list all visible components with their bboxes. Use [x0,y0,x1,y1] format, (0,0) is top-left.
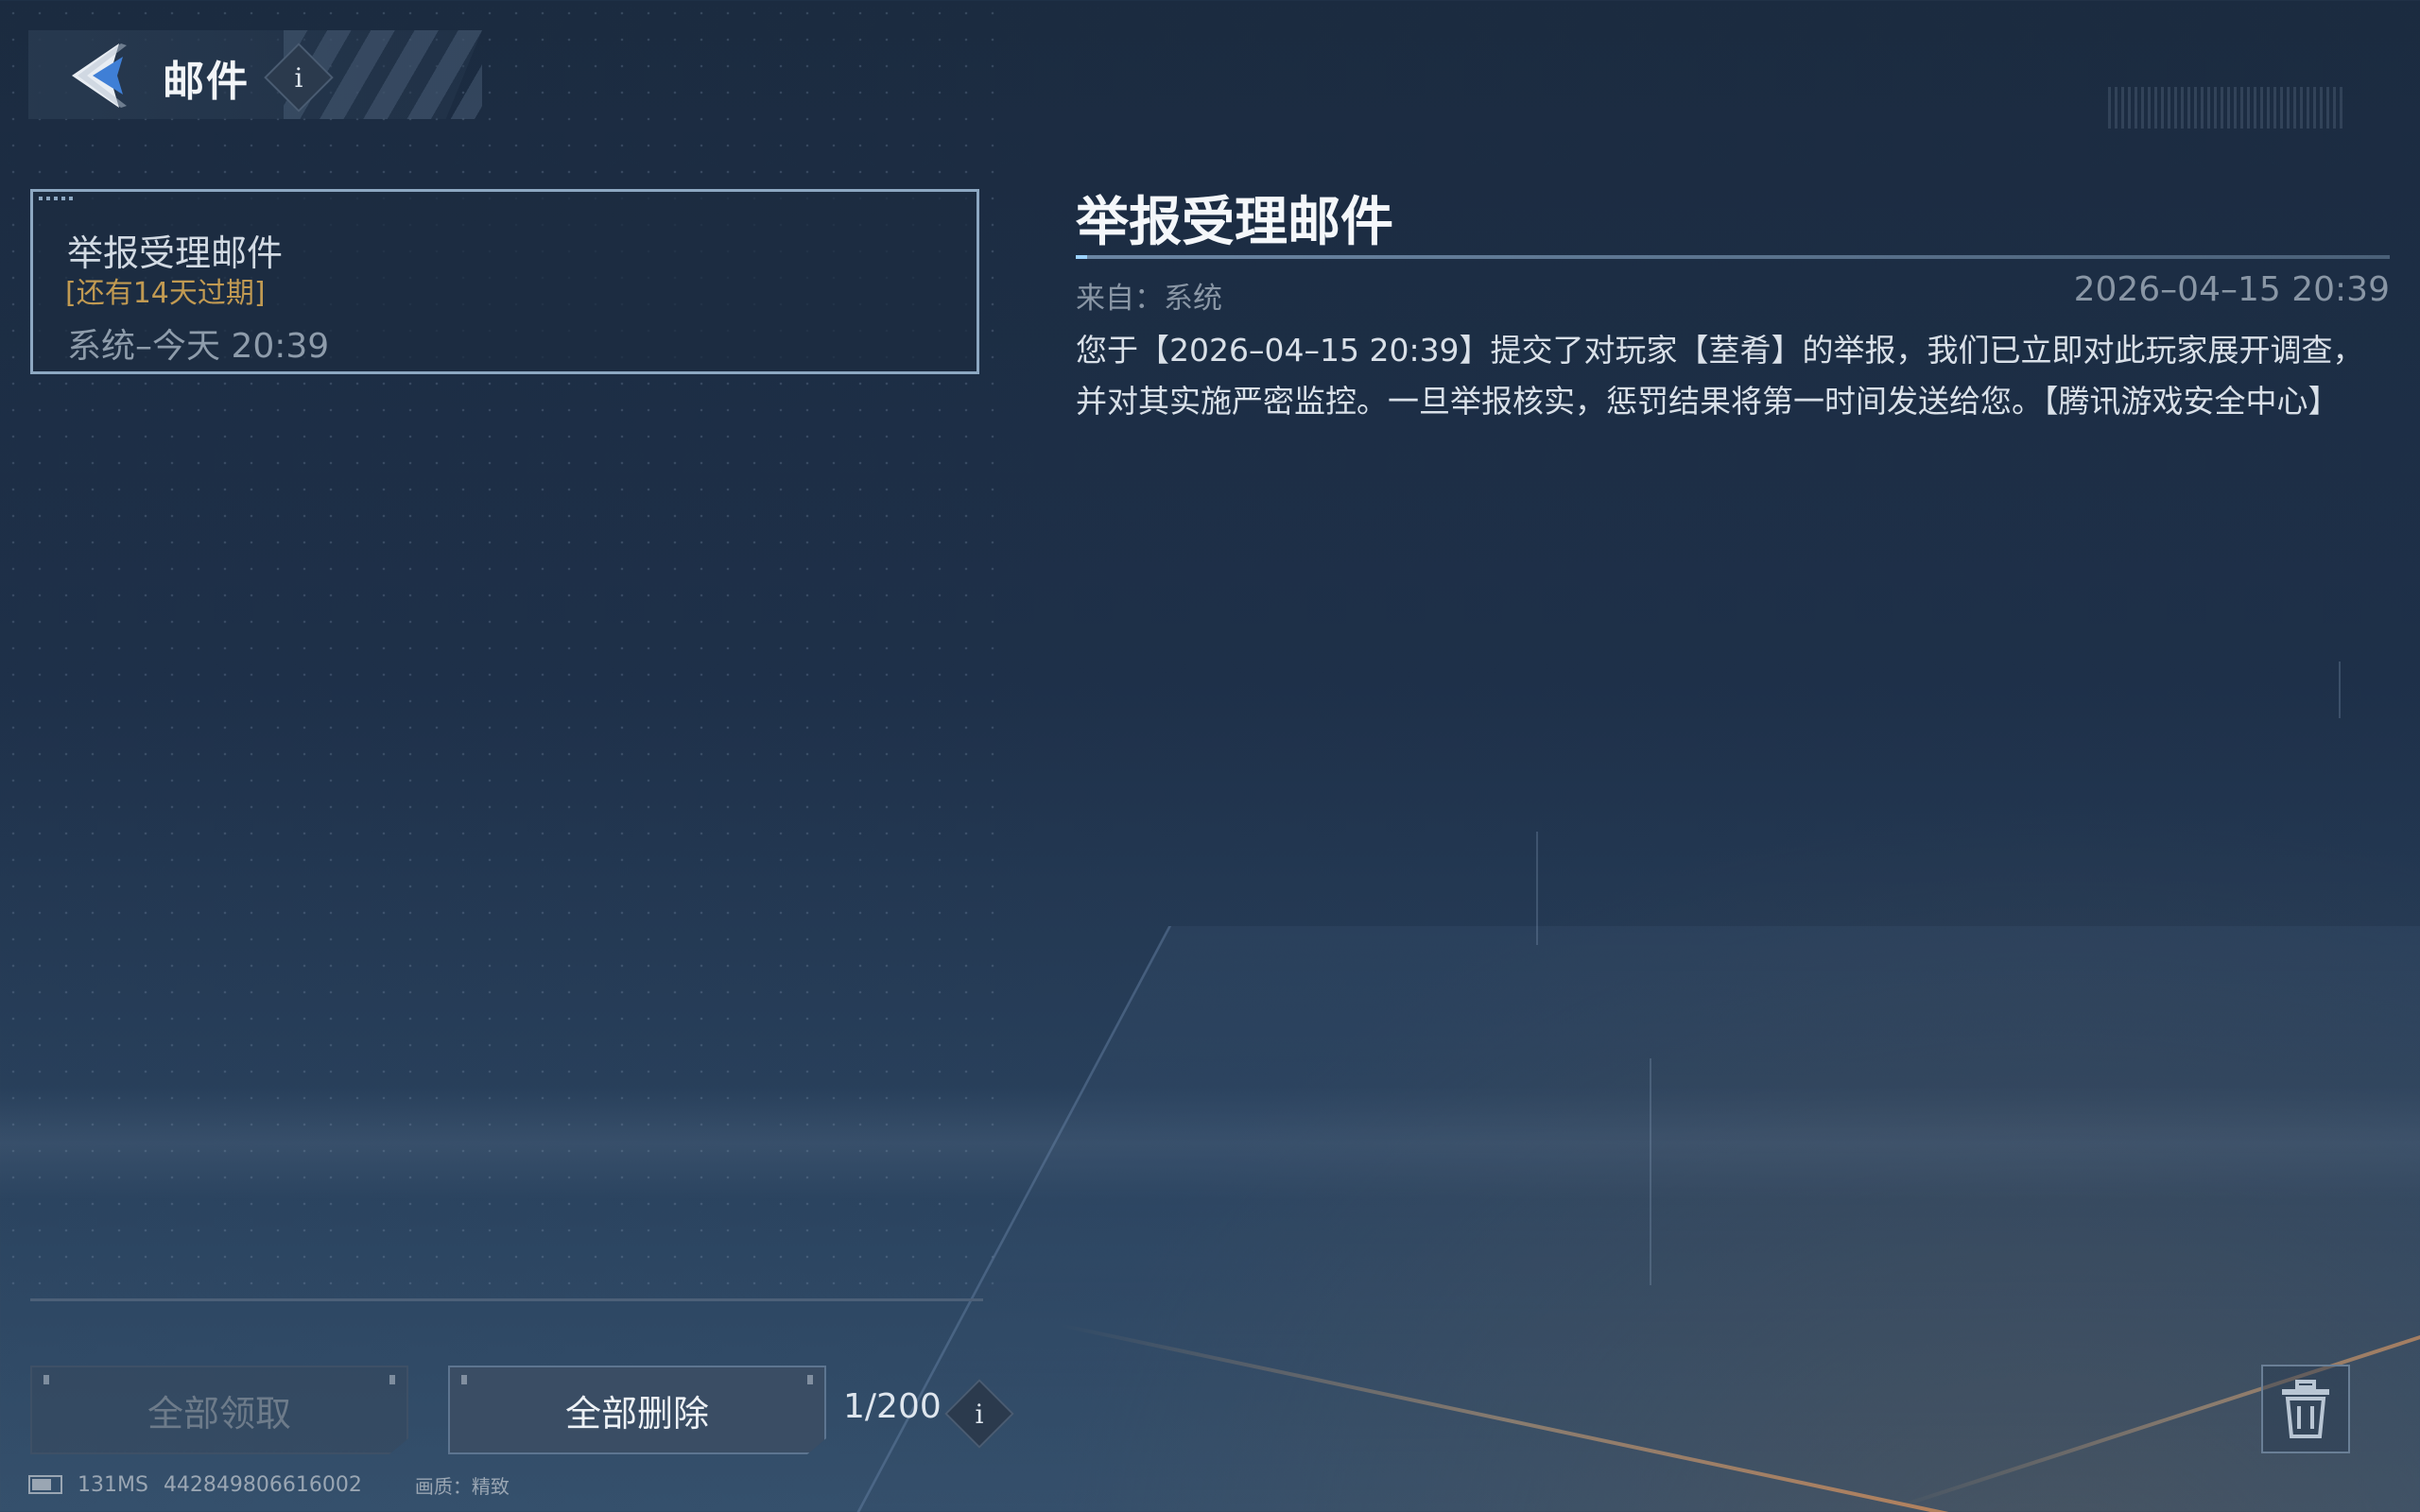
mail-item-meta: 系统–今天 20:39 [67,327,330,366]
button-tick [43,1375,49,1384]
mail-item-expire: [还有14天过期] [65,277,266,310]
detail-sender: 来自：系统 [1076,282,1222,316]
user-id: 442849806616002 [163,1472,362,1497]
mail-list-item[interactable]: 举报受理邮件 [还有14天过期] 系统–今天 20:39 [30,189,979,374]
detail-title: 举报受理邮件 [1076,192,1393,253]
background-ground-plate [816,926,2420,1512]
info-icon: i [294,61,303,94]
page-title: 邮件 [163,58,250,106]
info-icon: i [975,1398,984,1430]
delete-all-label: 全部删除 [564,1392,709,1435]
graphics-quality: 画质：精致 [414,1474,510,1498]
claim-all-button[interactable]: 全部领取 [30,1366,408,1454]
back-button[interactable] [64,40,132,112]
claim-all-label: 全部领取 [147,1392,291,1435]
selected-corner-marker [39,197,77,200]
ping-value: 131MS [78,1472,148,1497]
button-tick [807,1375,813,1384]
trash-button[interactable] [2261,1365,2350,1453]
trash-icon [2282,1380,2329,1438]
detail-title-rule [1076,255,2390,259]
hud-decoration [1650,1058,1651,1285]
status-bar: 131MS 442849806616002 画质：精致 [28,1470,510,1499]
detail-body: 您于【2026–04–15 20:39】提交了对玩家【荎肴】的举报，我们已立即对… [1076,332,2364,420]
button-tick [461,1375,467,1384]
hud-decoration [2108,87,2344,129]
mail-count: 1/200 [843,1387,942,1426]
background-haze [0,1087,2420,1200]
detail-date: 2026–04–15 20:39 [2073,270,2390,309]
button-tick [389,1375,395,1384]
mail-item-title: 举报受理邮件 [67,232,284,274]
mail-count-info-button[interactable]: i [944,1379,1014,1449]
battery-icon [28,1475,62,1494]
background-glow-edge [1058,1323,1966,1512]
delete-all-button[interactable]: 全部删除 [448,1366,826,1454]
list-divider [30,1298,983,1301]
hud-decoration [1536,832,1538,945]
back-arrow-icon [72,43,127,108]
hud-decoration [2339,662,2341,718]
